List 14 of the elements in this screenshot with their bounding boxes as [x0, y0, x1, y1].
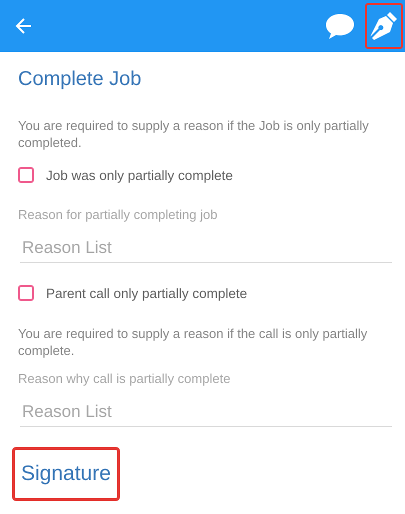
field-label: Reason why call is partially complete [18, 371, 232, 386]
checkbox[interactable] [18, 285, 34, 301]
back-arrow-icon[interactable] [14, 16, 34, 36]
signature-link[interactable]: Signature [12, 447, 120, 501]
instruction-text: You are required to supply a reason if the call is only partially complete. [18, 325, 368, 359]
toolbar-button[interactable] [365, 3, 403, 49]
checkbox-label: Parent call only partially complete [46, 286, 248, 300]
pen-nib-icon [370, 11, 398, 41]
checkbox[interactable] [18, 167, 34, 183]
speech-bubble-icon [325, 12, 355, 40]
instruction-text: You are required to supply a reason if the Job is only partially completed. [18, 117, 370, 151]
field-label: Reason for partially completing job [18, 207, 218, 222]
checkbox-label: Job was only partially complete [46, 168, 233, 182]
page-title: Complete Job [18, 68, 142, 91]
